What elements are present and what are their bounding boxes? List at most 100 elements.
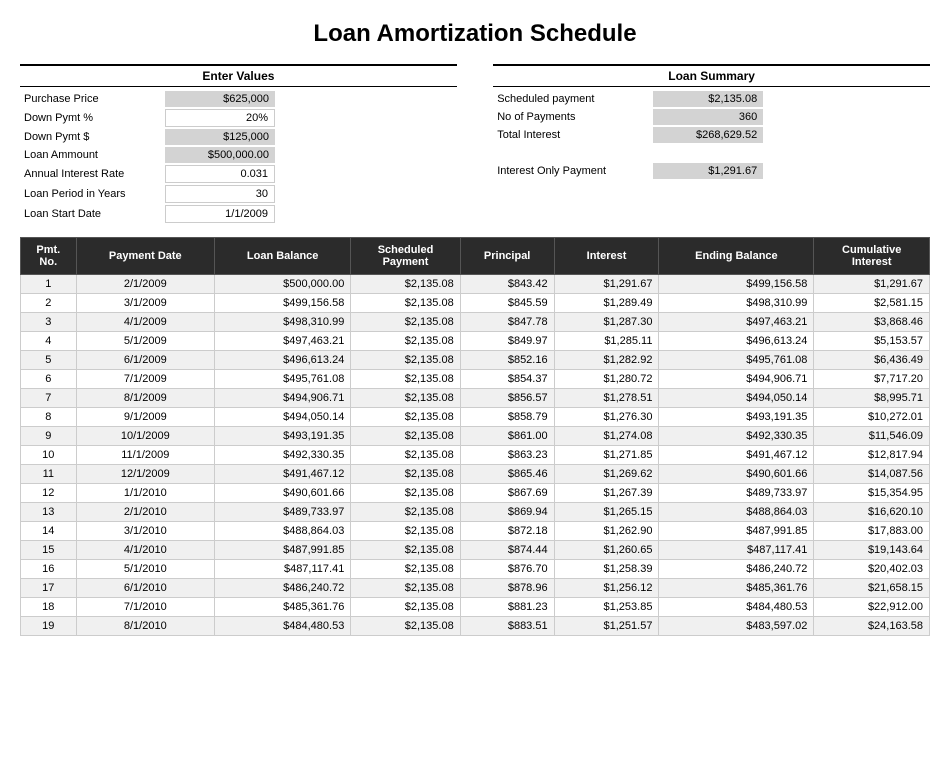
cell-6-6: $494,050.14 [659,389,814,408]
value-scheduled-payment: $2,135.08 [653,91,763,107]
table-row: 56/1/2009$496,613.24$2,135.08$852.16$1,2… [21,351,930,370]
cell-14-0: 15 [21,541,77,560]
cell-4-4: $852.16 [460,351,554,370]
col-header-pmt-no: Pmt.No. [21,238,77,275]
cell-15-5: $1,258.39 [554,560,659,579]
col-header-loan-balance: Loan Balance [215,238,351,275]
cell-8-1: 10/1/2009 [76,427,214,446]
cell-4-7: $6,436.49 [814,351,930,370]
cell-6-0: 7 [21,389,77,408]
cell-2-7: $3,868.46 [814,313,930,332]
cell-11-4: $867.69 [460,484,554,503]
cell-5-1: 7/1/2009 [76,370,214,389]
table-row: 187/1/2010$485,361.76$2,135.08$881.23$1,… [21,598,930,617]
cell-8-6: $492,330.35 [659,427,814,446]
cell-17-7: $22,912.00 [814,598,930,617]
cell-2-5: $1,287.30 [554,313,659,332]
cell-17-4: $881.23 [460,598,554,617]
label-interest-only: Interest Only Payment [493,163,653,179]
cell-3-1: 5/1/2009 [76,332,214,351]
cell-1-7: $2,581.15 [814,294,930,313]
cell-7-0: 8 [21,408,77,427]
table-row: 12/1/2009$500,000.00$2,135.08$843.42$1,2… [21,275,930,294]
cell-18-0: 19 [21,617,77,636]
table-row: 89/1/2009$494,050.14$2,135.08$858.79$1,2… [21,408,930,427]
cell-2-0: 3 [21,313,77,332]
cell-11-2: $490,601.66 [215,484,351,503]
cell-12-5: $1,265.15 [554,503,659,522]
label-scheduled-payment: Scheduled payment [493,91,653,107]
cell-16-3: $2,135.08 [351,579,460,598]
cell-11-1: 1/1/2010 [76,484,214,503]
col-header-payment-date: Payment Date [76,238,214,275]
cell-6-4: $856.57 [460,389,554,408]
cell-4-2: $496,613.24 [215,351,351,370]
cell-10-0: 11 [21,465,77,484]
cell-15-0: 16 [21,560,77,579]
cell-18-7: $24,163.58 [814,617,930,636]
cell-11-3: $2,135.08 [351,484,460,503]
cell-5-3: $2,135.08 [351,370,460,389]
value-start-date: 1/1/2009 [165,205,275,223]
cell-14-4: $874.44 [460,541,554,560]
value-num-payments: 360 [653,109,763,125]
table-row: 45/1/2009$497,463.21$2,135.08$849.97$1,2… [21,332,930,351]
cell-15-7: $20,402.03 [814,560,930,579]
cell-15-3: $2,135.08 [351,560,460,579]
table-row: 165/1/2010$487,117.41$2,135.08$876.70$1,… [21,560,930,579]
cell-5-2: $495,761.08 [215,370,351,389]
cell-4-0: 5 [21,351,77,370]
cell-9-1: 11/1/2009 [76,446,214,465]
table-row: 23/1/2009$499,156.58$2,135.08$845.59$1,2… [21,294,930,313]
table-row: 132/1/2010$489,733.97$2,135.08$869.94$1,… [21,503,930,522]
cell-2-6: $497,463.21 [659,313,814,332]
cell-9-6: $491,467.12 [659,446,814,465]
table-row: 1011/1/2009$492,330.35$2,135.08$863.23$1… [21,446,930,465]
cell-0-2: $500,000.00 [215,275,351,294]
cell-6-1: 8/1/2009 [76,389,214,408]
cell-7-7: $10,272.01 [814,408,930,427]
value-purchase-price: $625,000 [165,91,275,107]
cell-13-1: 3/1/2010 [76,522,214,541]
table-row: 78/1/2009$494,906.71$2,135.08$856.57$1,2… [21,389,930,408]
cell-16-1: 6/1/2010 [76,579,214,598]
table-row: 198/1/2010$484,480.53$2,135.08$883.51$1,… [21,617,930,636]
cell-0-4: $843.42 [460,275,554,294]
cell-3-5: $1,285.11 [554,332,659,351]
cell-18-6: $483,597.02 [659,617,814,636]
cell-5-4: $854.37 [460,370,554,389]
cell-4-1: 6/1/2009 [76,351,214,370]
cell-1-0: 2 [21,294,77,313]
value-down-dollar: $125,000 [165,129,275,145]
loan-summary-header: Loan Summary [493,64,930,87]
table-row: 34/1/2009$498,310.99$2,135.08$847.78$1,2… [21,313,930,332]
label-loan-amount: Loan Ammount [20,147,165,163]
value-down-pct: 20% [165,109,275,127]
cell-2-4: $847.78 [460,313,554,332]
cell-0-5: $1,291.67 [554,275,659,294]
col-header-ending-balance: Ending Balance [659,238,814,275]
cell-15-2: $487,117.41 [215,560,351,579]
cell-1-6: $498,310.99 [659,294,814,313]
col-header-cumulative-interest: CumulativeInterest [814,238,930,275]
cell-5-0: 6 [21,370,77,389]
cell-8-2: $493,191.35 [215,427,351,446]
cell-7-4: $858.79 [460,408,554,427]
cell-7-1: 9/1/2009 [76,408,214,427]
cell-13-2: $488,864.03 [215,522,351,541]
cell-11-0: 12 [21,484,77,503]
cell-12-1: 2/1/2010 [76,503,214,522]
cell-11-7: $15,354.95 [814,484,930,503]
table-row: 910/1/2009$493,191.35$2,135.08$861.00$1,… [21,427,930,446]
cell-14-2: $487,991.85 [215,541,351,560]
cell-18-5: $1,251.57 [554,617,659,636]
cell-12-6: $488,864.03 [659,503,814,522]
cell-0-0: 1 [21,275,77,294]
table-row: 1112/1/2009$491,467.12$2,135.08$865.46$1… [21,465,930,484]
cell-13-0: 14 [21,522,77,541]
cell-7-3: $2,135.08 [351,408,460,427]
cell-13-6: $487,991.85 [659,522,814,541]
cell-13-3: $2,135.08 [351,522,460,541]
cell-0-3: $2,135.08 [351,275,460,294]
cell-9-7: $12,817.94 [814,446,930,465]
